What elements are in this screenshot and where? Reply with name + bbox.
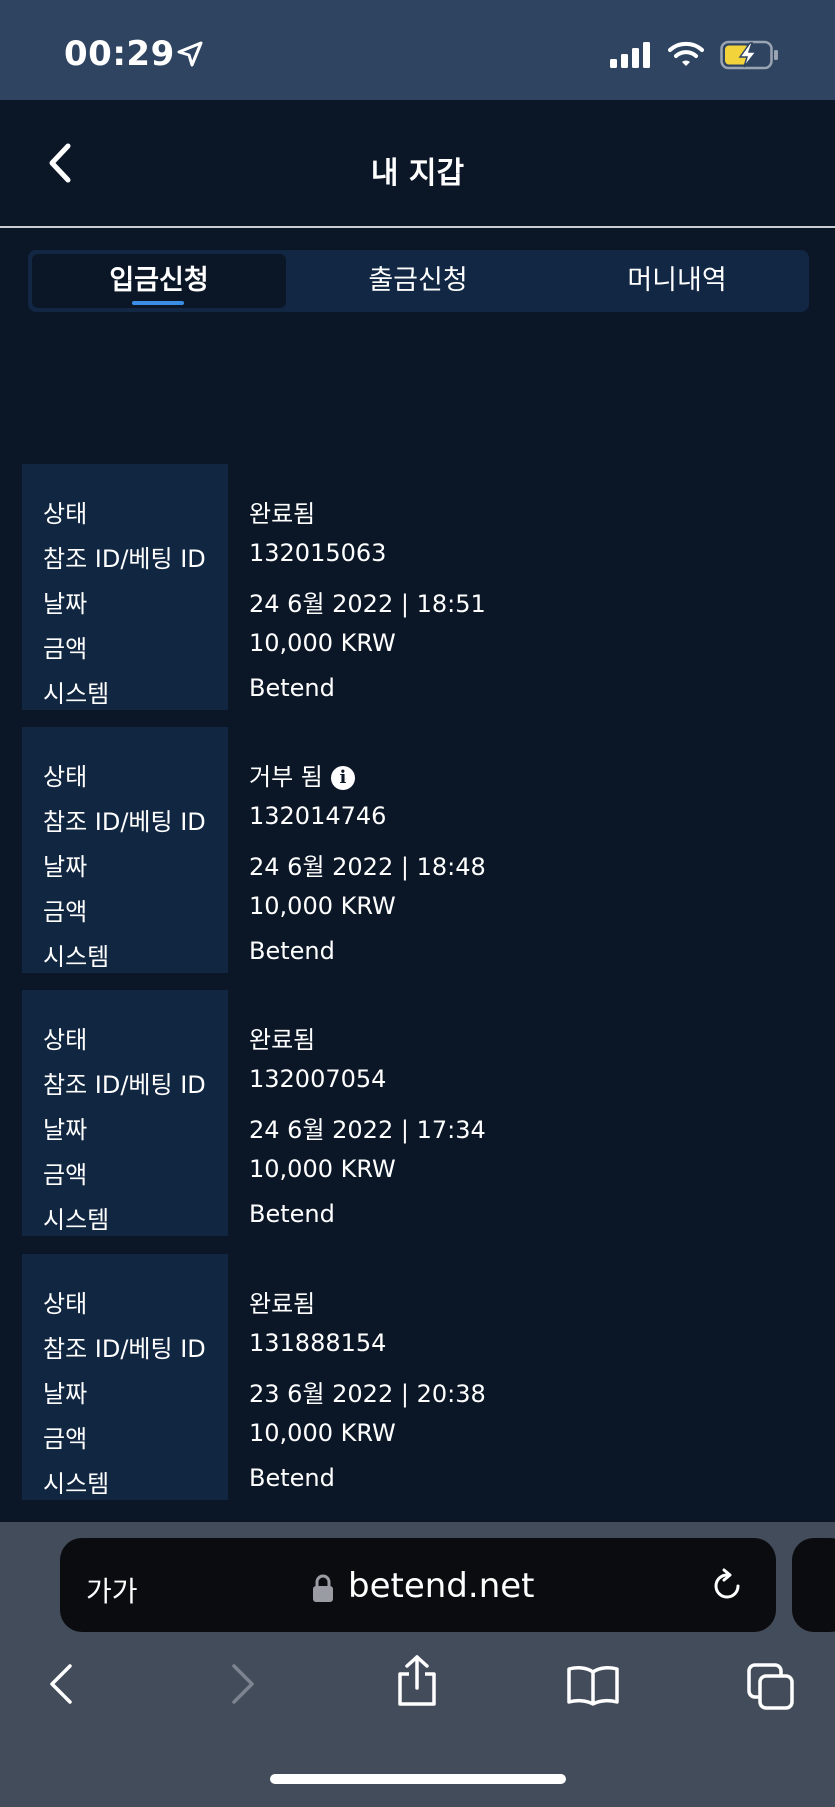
ref-id-label: 참조 ID/베팅 ID xyxy=(43,1335,206,1363)
amount-label: 금액 xyxy=(43,898,88,926)
status-label: 상태 xyxy=(43,1026,88,1054)
share-icon[interactable] xyxy=(394,1654,440,1708)
battery-charging-icon xyxy=(720,40,778,70)
lock-icon xyxy=(313,1574,333,1602)
home-indicator xyxy=(270,1774,566,1784)
ref-id-value: 132007054 xyxy=(249,1065,387,1093)
system-value: Betend xyxy=(249,1200,335,1228)
bookmarks-icon[interactable] xyxy=(566,1664,620,1706)
reload-icon[interactable] xyxy=(708,1567,746,1605)
date-value: 23 6월 2022 | 20:38 xyxy=(249,1380,486,1408)
amount-value: 10,000 KRW xyxy=(249,1155,396,1183)
date-label: 날짜 xyxy=(43,590,88,618)
tab-label: 출금신청 xyxy=(368,265,468,296)
amount-label: 금액 xyxy=(43,1161,88,1189)
date-value: 24 6월 2022 | 18:51 xyxy=(249,590,486,618)
browser-back-icon[interactable] xyxy=(46,1662,76,1706)
date-label: 날짜 xyxy=(43,1380,88,1408)
date-value: 24 6월 2022 | 18:48 xyxy=(249,853,486,881)
tab-money-history[interactable]: 머니내역 xyxy=(550,254,804,308)
info-icon[interactable]: i xyxy=(330,766,355,790)
transaction-card: 상태 거부 됨 i 참조 ID/베팅 ID 132014746 날짜 24 6월 … xyxy=(22,727,828,973)
ref-id-label: 참조 ID/베팅 ID xyxy=(43,545,206,573)
date-value: 24 6월 2022 | 17:34 xyxy=(249,1116,486,1144)
status-bar: 00:29 xyxy=(0,0,835,100)
status-value: 완료됨 xyxy=(249,500,316,528)
next-tab-peek[interactable] xyxy=(792,1538,835,1632)
wifi-icon xyxy=(668,41,704,66)
status-value: 거부 됨 i xyxy=(249,757,355,792)
status-time: 00:29 xyxy=(64,34,175,74)
amount-value: 10,000 KRW xyxy=(249,1419,396,1447)
transaction-card: 상태 완료됨 참조 ID/베팅 ID 132007054 날짜 24 6월 20… xyxy=(22,990,828,1236)
ref-id-value: 132014746 xyxy=(249,802,387,830)
amount-label: 금액 xyxy=(43,635,88,663)
system-label: 시스템 xyxy=(43,1206,110,1234)
amount-value: 10,000 KRW xyxy=(249,892,396,920)
browser-forward-icon[interactable] xyxy=(228,1662,258,1706)
system-value: Betend xyxy=(249,674,335,702)
ref-id-value: 132015063 xyxy=(249,539,387,567)
tabs-icon[interactable] xyxy=(746,1662,796,1710)
url-text[interactable]: betend.net xyxy=(348,1566,535,1606)
system-label: 시스템 xyxy=(43,680,110,708)
ref-id-label: 참조 ID/베팅 ID xyxy=(43,1071,206,1099)
status-label: 상태 xyxy=(43,763,88,791)
tab-withdrawal-request[interactable]: 출금신청 xyxy=(291,254,545,308)
transaction-card: 상태 완료됨 참조 ID/베팅 ID 132015063 날짜 24 6월 20… xyxy=(22,464,828,710)
tab-deposit-request[interactable]: 입금신청 xyxy=(32,254,286,308)
status-text: 거부 됨 xyxy=(249,763,323,791)
system-value: Betend xyxy=(249,937,335,965)
text-size-button[interactable]: 가가 xyxy=(86,1570,138,1610)
location-arrow-icon xyxy=(177,41,203,67)
status-value: 완료됨 xyxy=(249,1290,316,1318)
page-title: 내 지갑 xyxy=(370,156,465,191)
date-label: 날짜 xyxy=(43,853,88,881)
amount-label: 금액 xyxy=(43,1425,88,1453)
tab-label: 입금신청 xyxy=(109,265,209,296)
amount-value: 10,000 KRW xyxy=(249,629,396,657)
wallet-tabs: 입금신청 출금신청 머니내역 xyxy=(28,250,809,312)
date-label: 날짜 xyxy=(43,1116,88,1144)
tab-label: 머니내역 xyxy=(627,265,727,296)
system-value: Betend xyxy=(249,1464,335,1492)
status-label: 상태 xyxy=(43,500,88,528)
cellular-signal-icon xyxy=(610,42,650,68)
ref-id-label: 참조 ID/베팅 ID xyxy=(43,808,206,836)
ref-id-value: 131888154 xyxy=(249,1329,387,1357)
system-label: 시스템 xyxy=(43,1470,110,1498)
page-header: 내 지갑 xyxy=(0,100,835,228)
status-label: 상태 xyxy=(43,1290,88,1318)
transaction-card: 상태 완료됨 참조 ID/베팅 ID 131888154 날짜 23 6월 20… xyxy=(22,1254,828,1500)
active-tab-indicator xyxy=(132,301,184,305)
system-label: 시스템 xyxy=(43,943,110,971)
status-value: 완료됨 xyxy=(249,1026,316,1054)
